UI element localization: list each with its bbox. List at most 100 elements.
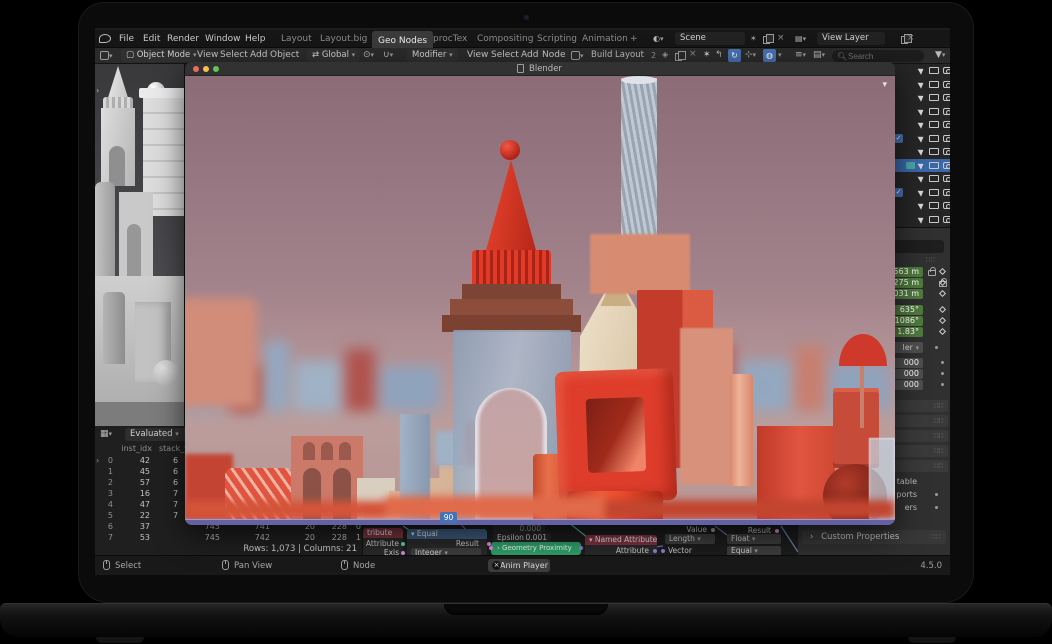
animate-dot-icon[interactable] xyxy=(935,493,938,496)
hide-viewport-icon[interactable] xyxy=(929,94,939,101)
menu-edit[interactable]: Edit xyxy=(143,30,160,48)
hide-viewport-icon[interactable] xyxy=(929,135,939,142)
socket-out[interactable] xyxy=(579,546,583,550)
selectable-icon[interactable] xyxy=(918,215,926,224)
render-window-titlebar[interactable]: Blender xyxy=(185,62,895,76)
view-dropdown-chevron-icon[interactable]: ▾ xyxy=(882,80,887,90)
socket-vector[interactable] xyxy=(661,549,665,553)
hide-viewport-icon[interactable] xyxy=(929,202,939,209)
animate-dot-icon[interactable] xyxy=(935,506,938,509)
orientation-dropdown[interactable]: ⇄ Global ▾ xyxy=(307,49,360,62)
hide-render-icon[interactable] xyxy=(943,94,950,101)
timeline-strip[interactable] xyxy=(185,519,895,525)
selectable-icon[interactable] xyxy=(918,161,926,170)
tab-add-workspace[interactable]: + xyxy=(630,30,638,48)
column-header-stack[interactable]: stack_t xyxy=(159,444,187,453)
compare-node-header[interactable]: ▾ Equal xyxy=(407,529,487,539)
hide-render-icon[interactable] xyxy=(943,108,950,115)
node-tree-name-field[interactable]: Build Layout xyxy=(591,49,653,62)
tab-animation[interactable]: Animation xyxy=(582,30,628,48)
fake-user-shield-icon[interactable]: ◈ xyxy=(662,50,668,59)
selectable-icon[interactable] xyxy=(918,107,926,116)
zoom-traffic-light[interactable] xyxy=(213,66,219,72)
keyframe-diamond-icon[interactable] xyxy=(939,268,946,275)
node-snap-icon[interactable]: ⊹▾ xyxy=(745,50,756,60)
hide-render-icon[interactable] xyxy=(943,175,950,182)
tab-proctex[interactable]: procTex xyxy=(433,30,467,48)
socket-attribute[interactable] xyxy=(401,542,405,546)
hide-viewport-icon[interactable] xyxy=(929,162,939,169)
socket-in[interactable] xyxy=(489,546,493,550)
menu-file[interactable]: File xyxy=(119,30,134,48)
pivot-point-icon[interactable]: ⊙▾ xyxy=(363,50,374,60)
animate-dot-icon[interactable] xyxy=(935,346,938,349)
selectable-icon[interactable] xyxy=(918,147,926,156)
hide-render-icon[interactable] xyxy=(943,135,950,142)
socket-value[interactable] xyxy=(711,528,715,532)
exclude-checkbox[interactable]: ✓ xyxy=(894,134,903,143)
animate-dot-icon[interactable] xyxy=(941,372,944,375)
selectable-icon[interactable] xyxy=(918,93,926,102)
close-scene-icon[interactable]: × xyxy=(777,33,785,43)
current-frame-badge[interactable]: 90 xyxy=(440,512,457,523)
parent-navigate-icon[interactable]: ↰ xyxy=(715,50,723,60)
hide-render-icon[interactable] xyxy=(943,202,950,209)
outliner-search[interactable]: 🔍︎ xyxy=(832,50,924,62)
spreadsheet-icon[interactable]: ▦▾ xyxy=(100,429,112,439)
hide-viewport-icon[interactable] xyxy=(929,81,939,88)
panel-grip-icon[interactable]: ∷∷ xyxy=(931,530,940,544)
snap-magnet-icon[interactable]: ∪▾ xyxy=(383,50,393,60)
outliner-display-mode-icon[interactable]: ≡▾ xyxy=(795,50,806,60)
geometry-proximity-node[interactable]: › Geometry Proximity xyxy=(491,542,581,555)
viewport-3d-clay[interactable]: › xyxy=(95,64,185,426)
hide-render-icon[interactable] xyxy=(943,121,950,128)
keyframe-diamond-icon[interactable] xyxy=(939,317,946,324)
close-view-layer-icon[interactable]: × xyxy=(907,33,915,43)
stop-player-icon[interactable]: × xyxy=(492,561,501,570)
hide-viewport-icon[interactable] xyxy=(929,175,939,182)
outliner-filter-mode-icon[interactable]: ▤▾ xyxy=(813,50,825,60)
table-row[interactable]: 7 53 745 742 20 228 1 xyxy=(95,532,363,543)
toolbar-expand-arrow[interactable]: › xyxy=(96,86,99,95)
scene-icon[interactable]: ◐▾ xyxy=(653,34,664,43)
animate-dot-icon[interactable] xyxy=(941,383,944,386)
hide-viewport-icon[interactable] xyxy=(929,67,939,74)
hide-viewport-icon[interactable] xyxy=(929,148,939,155)
overlays-chevron-icon[interactable]: ▾ xyxy=(778,50,782,60)
exclude-checkbox[interactable]: ✓ xyxy=(894,188,903,197)
hide-render-icon[interactable] xyxy=(943,81,950,88)
scene-name-field[interactable]: Scene xyxy=(675,32,745,45)
hide-render-icon[interactable] xyxy=(943,216,950,223)
epsilon-field[interactable]: Epsilon 0.001 xyxy=(493,533,551,542)
hide-viewport-icon[interactable] xyxy=(929,108,939,115)
dataset-dropdown[interactable]: Evaluated ▾ xyxy=(125,428,187,441)
column-header-inst-idx[interactable]: inst_idx xyxy=(120,444,152,453)
keyframe-diamond-icon[interactable] xyxy=(939,306,946,313)
selectable-icon[interactable] xyxy=(918,188,926,197)
auto-offset-icon[interactable]: ↻ xyxy=(728,49,741,62)
minimize-traffic-light[interactable] xyxy=(203,66,209,72)
overlays-icon[interactable]: ◍ xyxy=(763,49,776,62)
render-window[interactable]: Blender xyxy=(185,62,895,525)
selectable-icon[interactable] xyxy=(918,80,926,89)
socket-result-2[interactable] xyxy=(775,529,779,533)
close-traffic-light[interactable] xyxy=(193,66,199,72)
selectable-icon[interactable] xyxy=(918,134,926,143)
panel-grip-icon[interactable]: ∷∷ xyxy=(926,256,935,264)
selectable-icon[interactable] xyxy=(918,174,926,183)
new-node-tree-icon[interactable] xyxy=(675,53,682,61)
compare-type-dropdown[interactable]: Float ▾ xyxy=(727,534,781,544)
hide-render-icon[interactable] xyxy=(943,67,950,74)
animate-dot-icon[interactable] xyxy=(941,361,944,364)
named-attribute-2-header[interactable]: ▾ Named Attribute xyxy=(585,535,657,545)
hide-render-icon[interactable] xyxy=(943,162,950,169)
lock-icon[interactable] xyxy=(928,270,936,276)
anim-player-badge[interactable]: × Anim Player xyxy=(488,559,550,572)
filter-funnel-icon[interactable]: ▼▾ xyxy=(935,50,945,60)
hide-render-icon[interactable] xyxy=(943,189,950,196)
view-layer-icon[interactable]: ▤▾ xyxy=(795,34,806,43)
mode-dropdown[interactable]: ▢ Object Mode ▾ xyxy=(121,49,202,62)
pin-scene-icon[interactable]: ✶ xyxy=(750,34,757,43)
view-layer-field[interactable]: View Layer xyxy=(817,32,885,45)
keyframe-diamond-icon[interactable] xyxy=(939,290,946,297)
